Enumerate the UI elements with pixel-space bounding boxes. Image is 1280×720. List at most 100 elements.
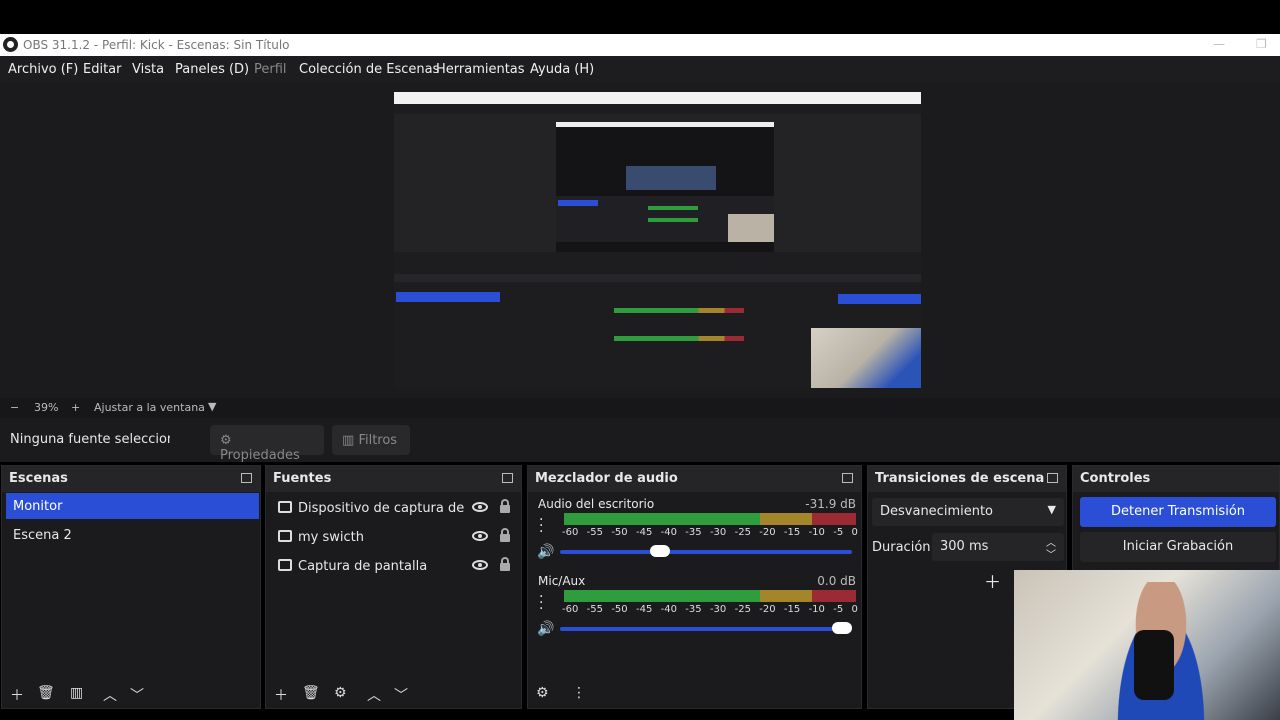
zoom-bar: − 39% + Ajustar a la ventana ▼ — [0, 398, 1280, 418]
sources-dock: Fuentes Dispositivo de captura de video … — [265, 465, 522, 709]
transition-value: Desvanecimiento — [880, 504, 994, 519]
preview-canvas[interactable] — [0, 82, 1280, 398]
scenes-footer: ＋ 🗑 ▥ ︿ ﹀ — [2, 680, 260, 708]
channel-name: Audio del escritorio — [538, 497, 655, 511]
controls-title: Controles — [1080, 471, 1151, 486]
add-icon[interactable]: ＋ — [10, 685, 24, 705]
menu-perfil[interactable]: Perfil — [254, 62, 287, 77]
menu-bar: Archivo (F) Editar Vista Paneles (D) Per… — [0, 56, 1280, 82]
window-title: OBS 31.1.2 - Perfil: Kick - Escenas: Sin… — [23, 38, 290, 52]
controls-header: Controles — [1073, 466, 1279, 492]
zoom-level: 39% — [34, 401, 59, 414]
duration-value: 300 ms — [940, 539, 989, 554]
start-recording-button[interactable]: Iniciar Grabación — [1080, 532, 1276, 562]
chevron-up-icon[interactable]: ︿ — [103, 685, 117, 705]
no-source-label: Ninguna fuente seleccionada — [10, 432, 170, 447]
menu-editar[interactable]: Editar — [83, 62, 122, 77]
scenes-header: Escenas — [2, 466, 260, 492]
lock-icon[interactable] — [500, 528, 510, 542]
nested-preview — [556, 122, 774, 252]
volume-slider[interactable] — [560, 622, 852, 634]
scene-item-escena-2[interactable]: Escena 2 — [6, 522, 259, 548]
add-icon[interactable]: ＋ — [274, 685, 288, 705]
filters-label: Filtros — [358, 433, 398, 448]
scenes-title: Escenas — [9, 471, 68, 486]
source-item[interactable]: Dispositivo de captura de video — [276, 497, 516, 521]
undock-icon[interactable] — [241, 473, 252, 483]
source-label: Captura de pantalla — [298, 559, 428, 574]
sources-title: Fuentes — [273, 471, 332, 486]
menu-paneles[interactable]: Paneles (D) — [175, 62, 249, 77]
lock-icon[interactable] — [500, 557, 510, 571]
maximize-icon[interactable]: ❐ — [1256, 37, 1267, 51]
zoom-in-button[interactable]: + — [71, 401, 80, 414]
mixer-channel-desktop: Audio del escritorio -31.9 dB · · · -60 -55… — [534, 497, 860, 571]
menu-archivo[interactable]: Archivo (F) — [8, 62, 78, 77]
preview-screen[interactable] — [394, 92, 921, 388]
eye-icon[interactable] — [472, 560, 488, 570]
lock-icon[interactable] — [500, 499, 510, 513]
trash-icon[interactable]: 🗑 — [37, 685, 55, 701]
scene-item-monitor[interactable]: Monitor — [6, 493, 259, 519]
chevron-down-icon[interactable]: ﹀ — [1046, 546, 1056, 561]
properties-label: Propiedades — [220, 448, 300, 463]
more-options-icon[interactable]: ⋮ — [572, 685, 586, 701]
stop-streaming-button[interactable]: Detener Transmisión — [1080, 497, 1276, 527]
undock-icon[interactable] — [1047, 473, 1058, 483]
chevron-down-icon[interactable]: ﹀ — [130, 685, 144, 705]
mixer-title: Mezclador de audio — [535, 471, 678, 486]
gear-icon: ⚙ — [220, 433, 232, 448]
speaker-icon[interactable]: 🔊 — [537, 621, 554, 637]
filter-icon[interactable]: ▥ — [70, 685, 83, 701]
volume-slider[interactable] — [560, 545, 852, 557]
camera-icon — [278, 530, 292, 542]
menu-herramientas[interactable]: Herramientas — [436, 62, 525, 77]
more-options-icon[interactable]: · · · — [539, 590, 543, 616]
scenes-dock: Escenas Monitor Escena 2 ＋ 🗑 ▥ ︿ ﹀ — [1, 465, 261, 709]
source-toolbar: Ninguna fuente seleccionada ⚙ Propiedade… — [0, 418, 1280, 463]
minimize-icon[interactable]: — — [1213, 37, 1225, 51]
transitions-title: Transiciones de escena — [875, 471, 1045, 486]
chevron-up-icon[interactable]: ︿ — [367, 685, 381, 705]
menu-coleccion-escenas[interactable]: Colección de Escenas — [299, 62, 439, 77]
source-item[interactable]: Captura de pantalla — [276, 555, 516, 579]
chevron-down-icon: ▼ — [1047, 503, 1056, 516]
volume-knob[interactable] — [832, 622, 852, 634]
sources-footer: ＋ 🗑 ⚙ ︿ ﹀ — [266, 680, 521, 708]
gear-icon[interactable]: ⚙ — [334, 685, 347, 701]
filter-icon: ▥ — [342, 433, 355, 448]
filters-button[interactable]: ▥ Filtros — [332, 425, 410, 455]
speaker-icon[interactable]: 🔊 — [537, 544, 554, 560]
nested-docks — [394, 252, 921, 388]
undock-icon[interactable] — [502, 473, 513, 483]
monitor-icon — [278, 559, 292, 571]
properties-button[interactable]: ⚙ Propiedades — [210, 425, 324, 463]
more-options-icon[interactable]: · · · — [539, 513, 543, 539]
advanced-audio-icon[interactable]: ⚙ — [536, 685, 549, 701]
channel-db: -31.9 dB — [805, 497, 856, 511]
level-meter — [564, 590, 856, 602]
chevron-down-icon[interactable]: ﹀ — [394, 685, 408, 705]
duration-stepper[interactable]: 300 ms ︿ ﹀ — [932, 533, 1064, 561]
mixer-header: Mezclador de audio — [528, 466, 861, 492]
transition-select[interactable]: Desvanecimiento ▼ — [872, 498, 1064, 526]
zoom-out-button[interactable]: − — [10, 401, 19, 414]
fit-window-label[interactable]: Ajustar a la ventana — [94, 401, 205, 414]
meter-scale: -60 -55 -50 -45 -40 -35 -30 -25 -20 -15 -10 -5 0 — [562, 604, 858, 615]
sources-header: Fuentes — [266, 466, 521, 492]
menu-ayuda[interactable]: Ayuda (H) — [530, 62, 594, 77]
chevron-down-icon[interactable]: ▼ — [208, 400, 216, 413]
audio-mixer-dock: Mezclador de audio Audio del escritorio … — [527, 465, 862, 709]
menu-vista[interactable]: Vista — [132, 62, 164, 77]
add-icon[interactable]: ＋ — [984, 568, 1001, 593]
duration-label: Duración — [872, 540, 931, 555]
camera-icon — [278, 501, 292, 513]
microphone-image — [1134, 630, 1174, 700]
undock-icon[interactable] — [842, 473, 853, 483]
eye-icon[interactable] — [472, 502, 488, 512]
volume-knob[interactable] — [649, 545, 670, 557]
source-item[interactable]: my swicth — [276, 526, 516, 550]
eye-icon[interactable] — [472, 531, 488, 541]
obs-logo-icon — [3, 37, 18, 52]
trash-icon[interactable]: 🗑 — [302, 685, 320, 701]
